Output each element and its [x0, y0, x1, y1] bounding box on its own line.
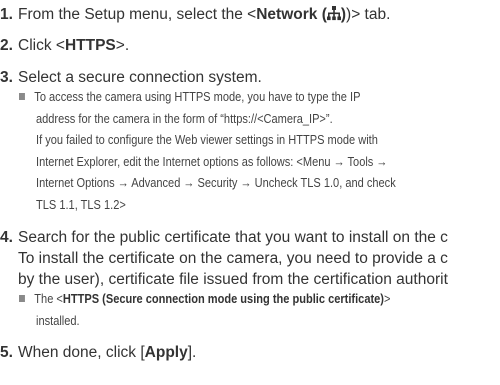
note-line: installed. — [36, 312, 80, 328]
note-text: The < — [34, 291, 63, 306]
step-text: Select a secure connection system. — [18, 69, 262, 86]
https-mode-label: HTTPS (Secure connection mode using the … — [62, 291, 384, 306]
note-https-access: To access the camera using HTTPS mode, y… — [19, 86, 396, 216]
step-5: 5. When done, click [Apply]. — [0, 345, 196, 361]
note-line: To access the camera using HTTPS mode, y… — [34, 89, 361, 104]
note-text: > — [383, 291, 391, 306]
step-text-end: )> tab. — [346, 6, 391, 23]
network-tab-label: Network ( — [256, 6, 327, 23]
step-text: Search for the public certificate that y… — [18, 229, 448, 246]
step-text: To install the certificate on the camera… — [18, 250, 448, 267]
step-text: Click < — [18, 37, 65, 54]
note-https-certificate: The <HTTPS (Secure connection mode using… — [19, 288, 390, 331]
step-number: 4. — [0, 229, 13, 246]
note-bullet — [19, 93, 25, 100]
apply-label: Apply — [144, 344, 188, 361]
step-3: 3. Select a secure connection system. — [0, 70, 262, 86]
note-line: Internet Options → Advanced → Security →… — [36, 175, 396, 191]
step-4-line-3: by the user), certificate file issued fr… — [0, 272, 448, 288]
https-label: HTTPS — [64, 37, 116, 54]
step-4: 4. Search for the public certificate that… — [0, 230, 448, 246]
note-line: TLS 1.1, TLS 1.2> — [36, 196, 126, 212]
step-4-line-2: To install the certificate on the camera… — [0, 251, 448, 267]
step-number: 3. — [0, 69, 13, 86]
note-bullet — [19, 295, 25, 302]
note-line: Internet Explorer, edit the Internet opt… — [36, 153, 388, 169]
note-line: address for the camera in the form of “h… — [36, 110, 333, 126]
step-number: 5. — [0, 344, 13, 361]
step-number: 1. — [0, 6, 13, 23]
step-2: 2. Click <HTTPS>. — [0, 38, 129, 54]
step-number: 2. — [0, 37, 13, 54]
step-text: When done, click [ — [18, 344, 145, 361]
step-text: by the user), certificate file issued fr… — [18, 271, 448, 288]
step-text: From the Setup menu, select the < — [18, 6, 257, 23]
step-text-end: ]. — [187, 344, 197, 361]
note-line: If you failed to configure the Web viewe… — [36, 132, 378, 148]
instruction-page: 1. From the Setup menu, select the <Netwo… — [0, 0, 500, 385]
network-icon — [326, 6, 341, 21]
step-1: 1. From the Setup menu, select the <Netwo… — [0, 6, 391, 23]
step-text-end: >. — [115, 37, 130, 54]
